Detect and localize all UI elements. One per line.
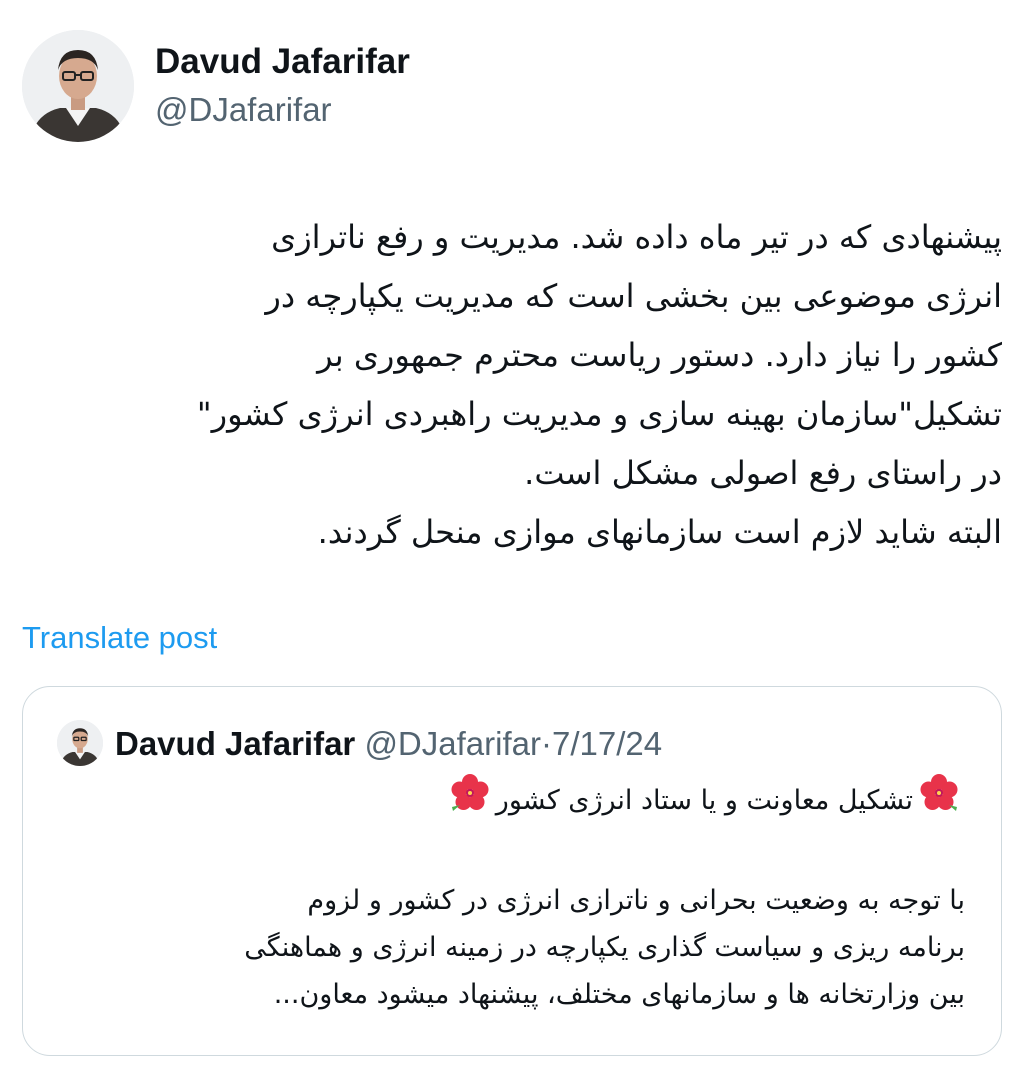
post-text-line: البته شاید لازم است سازمانهای موازی منحل… [317, 513, 1002, 551]
quoted-author-avatar[interactable] [57, 720, 103, 766]
post-text-line: تشکیل"سازمان بهینه سازی و مدیریت راهبردی… [196, 395, 1002, 433]
author-handle[interactable]: @DJafarifar [155, 88, 332, 132]
author-display-name[interactable]: Davud Jafarifar [155, 40, 410, 84]
quoted-post-body-line: برنامه ریزی و سیاست گذاری یکپارچه در زمی… [244, 932, 965, 963]
quoted-author-handle[interactable]: @DJafarifar [364, 725, 541, 762]
author-avatar[interactable] [22, 30, 134, 142]
post-text-line: در راستای رفع اصولی مشکل است. [524, 454, 1002, 492]
quoted-post-date[interactable]: 7/17/24 [552, 725, 662, 762]
quoted-post-body-line: با توجه به وضعیت بحرانی و ناترازی انرژی … [307, 885, 965, 916]
quoted-post-title-line: تشکیل معاونت و یا ستاد انرژی کشور [45, 773, 965, 830]
post-text-line: کشور را نیاز دارد. دستور ریاست محترم جمه… [317, 336, 1002, 374]
quoted-author-display-name[interactable]: Davud Jafarifar [115, 725, 355, 762]
header-separator: · [540, 725, 552, 762]
quoted-post-text: تشکیل معاونت و یا ستاد انرژی کشور با توج [45, 773, 965, 1018]
hibiscus-flower-icon [450, 773, 490, 830]
quoted-post-card[interactable]: Davud Jafarifar @DJafarifar·7/17/24 تشکی… [22, 686, 1002, 1056]
quoted-post-header: Davud Jafarifar @DJafarifar·7/17/24 [115, 723, 662, 765]
hibiscus-flower-icon [919, 773, 959, 830]
quoted-post-title: تشکیل معاونت و یا ستاد انرژی کشور [495, 785, 913, 816]
post-text: پیشنهادی که در تیر ماه داده شد. مدیریت و… [17, 208, 1002, 562]
quoted-post-body-line: بین وزارتخانه ها و سازمانهای مختلف، پیشن… [273, 979, 965, 1010]
translate-post-link[interactable]: Translate post [22, 618, 217, 658]
post-text-line: پیشنهادی که در تیر ماه داده شد. مدیریت و… [271, 218, 1002, 256]
post-text-line: انرژی موضوعی بین بخشی است که مدیریت یکپا… [265, 277, 1002, 315]
